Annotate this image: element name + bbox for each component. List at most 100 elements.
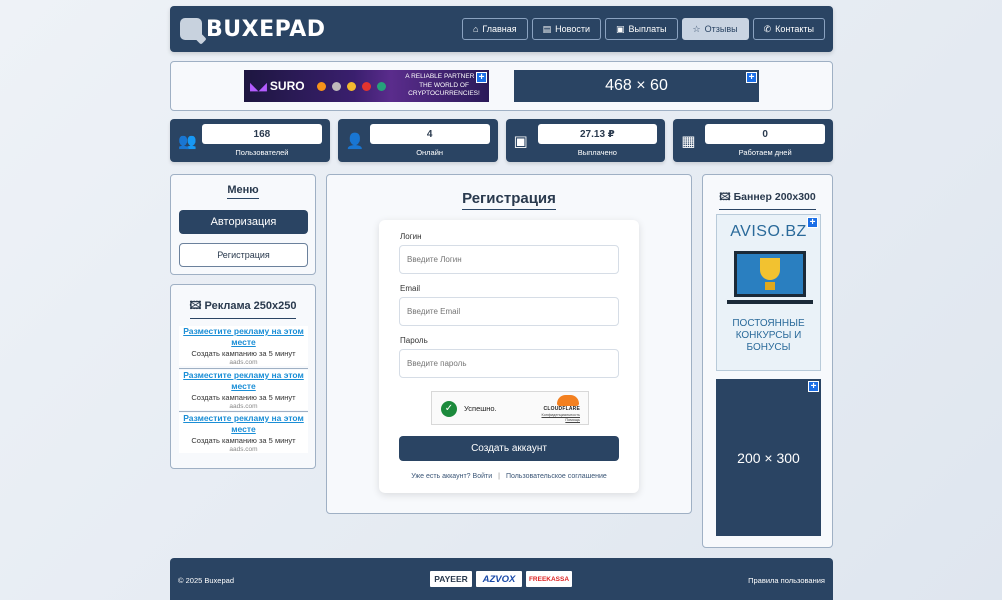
stat-days: ▦ 0 Работаем дней xyxy=(673,119,833,162)
register-button[interactable]: Регистрация xyxy=(179,243,308,267)
stat-paid: ▣ 27.13 ₽ Выплачено xyxy=(505,119,666,162)
logo-text: BUXEPAD xyxy=(206,16,326,42)
payeer-logo[interactable]: PAYEER xyxy=(430,571,472,587)
trophy-base xyxy=(765,282,775,290)
trophy-icon xyxy=(760,258,780,280)
ad-domain: aads.com xyxy=(229,359,258,366)
laptop-base xyxy=(727,300,813,304)
crypto-coins xyxy=(316,81,386,91)
ad-desc: Создать кампанию за 5 минут xyxy=(191,393,296,402)
money-icon: ▣ xyxy=(513,133,528,150)
ad-link[interactable]: Разместите рекламу на этом месте xyxy=(179,326,308,347)
login-button[interactable]: Авторизация xyxy=(179,210,308,234)
banner-468-placeholder[interactable]: 468 × 60 + xyxy=(514,70,759,102)
password-input[interactable] xyxy=(399,349,619,378)
top-banner-row: ◣◢ SURO A RELIABLE PARTNER IN THE WORLD … xyxy=(170,61,833,111)
nav-news[interactable]: ▤ Новости xyxy=(531,18,602,40)
link-separator: | xyxy=(498,473,500,480)
laptop-icon xyxy=(734,251,806,297)
captcha-help-link[interactable]: Помощь xyxy=(541,418,580,423)
ad-item[interactable]: Разместите рекламу на этом месте Создать… xyxy=(179,370,308,410)
plus-icon[interactable]: + xyxy=(807,217,818,228)
cloudflare-captcha[interactable]: ✓ Успешно. CLOUDFLARE Конфиденциальность… xyxy=(431,391,589,425)
side-banner-title: 🖾 Баннер 200x300 xyxy=(703,189,832,210)
rules-link[interactable]: Правила пользования xyxy=(748,576,825,585)
ad-item[interactable]: Разместите рекламу на этом месте Создать… xyxy=(179,326,308,366)
side-banner-panel: 🖾 Баннер 200x300 AVISO.BZ ПОСТОЯННЫЕ КОН… xyxy=(702,174,833,548)
check-icon: ✓ xyxy=(441,401,457,417)
aviso-banner[interactable]: AVISO.BZ ПОСТОЯННЫЕ КОНКУРСЫ И БОНУСЫ + xyxy=(716,214,821,371)
ad-divider xyxy=(179,411,308,412)
site-header: BUXEPAD ⌂ Главная ▤ Новости ▣ Выплаты ☆ … xyxy=(170,6,833,52)
form-links: Уже есть аккаунт? Войти | Пользовательское… xyxy=(379,473,639,480)
create-account-button[interactable]: Создать аккаунт xyxy=(399,436,619,461)
nav-news-label: Новости xyxy=(555,24,591,34)
nav-reviews-label: Отзывы xyxy=(704,24,738,34)
banner-200-placeholder[interactable]: 200 × 300 + xyxy=(716,379,821,536)
nav-contacts-label: Контакты xyxy=(775,24,814,34)
ad-desc: Создать кампанию за 5 минут xyxy=(191,436,296,445)
suro-banner[interactable]: ◣◢ SURO A RELIABLE PARTNER IN THE WORLD … xyxy=(244,70,489,102)
nav-contacts[interactable]: ✆ Контакты xyxy=(752,18,825,40)
users-icon: 👥 xyxy=(178,133,197,150)
payment-logos: PAYEER AZVOX FREEKASSA xyxy=(430,571,572,587)
ad-domain: aads.com xyxy=(229,403,258,410)
side-banner-title-text: Баннер 200x300 xyxy=(733,191,816,203)
stat-label: Выплачено xyxy=(577,148,617,157)
user-check-icon: 👤 xyxy=(345,133,365,150)
password-label: Пароль xyxy=(400,336,428,345)
page-title-text: Регистрация xyxy=(462,190,556,210)
aviso-tagline: ПОСТОЯННЫЕ КОНКУРСЫ И БОНУСЫ xyxy=(732,318,805,353)
logo-icon xyxy=(180,18,202,40)
ad-divider xyxy=(179,368,308,369)
captcha-status: Успешно. xyxy=(464,404,497,413)
site-logo[interactable]: BUXEPAD xyxy=(180,17,326,42)
nav-home[interactable]: ⌂ Главная xyxy=(461,18,528,40)
coin-icon xyxy=(346,81,356,91)
menu-panel: Меню Авторизация Регистрация xyxy=(170,174,316,275)
have-account-link[interactable]: Уже есть аккаунт? Войти xyxy=(411,473,492,480)
nav-payouts[interactable]: ▣ Выплаты xyxy=(605,18,678,40)
azvox-logo[interactable]: AZVOX xyxy=(476,571,522,587)
coin-icon xyxy=(376,81,386,91)
login-input[interactable] xyxy=(399,245,619,274)
ad-desc: Создать кампанию за 5 минут xyxy=(191,349,296,358)
coin-icon xyxy=(361,81,371,91)
suro-tagline: A RELIABLE PARTNER IN THE WORLD OF CRYPT… xyxy=(405,73,483,97)
stat-online: 👤 4 Онлайн xyxy=(337,119,498,162)
ads-panel: 🖾 Реклама 250x250 Разместите рекламу на … xyxy=(170,284,316,469)
ads-title-text: Реклама 250x250 xyxy=(204,300,297,312)
money-icon: ▣ xyxy=(616,23,625,34)
main-nav: ⌂ Главная ▤ Новости ▣ Выплаты ☆ Отзывы ✆… xyxy=(461,18,825,40)
plus-icon[interactable]: + xyxy=(808,381,819,392)
nav-home-label: Главная xyxy=(482,24,517,34)
email-label: Email xyxy=(400,284,421,293)
plus-icon[interactable]: + xyxy=(746,72,757,83)
email-input[interactable] xyxy=(399,297,619,326)
page-title: Регистрация xyxy=(327,190,691,210)
menu-title-text: Меню xyxy=(227,184,259,199)
cloudflare-icon xyxy=(557,395,579,406)
newspaper-icon: ▤ xyxy=(542,23,552,34)
site-footer: © 2025 Buxepad PAYEER AZVOX FREEKASSA Пр… xyxy=(170,558,833,600)
suro-logo-icon: ◣◢ xyxy=(250,80,267,93)
ad-domain: aads.com xyxy=(229,446,258,453)
captcha-brand: CLOUDFLARE xyxy=(543,406,580,412)
agreement-link[interactable]: Пользовательское соглашение xyxy=(506,473,607,480)
captcha-links: Конфиденциальность Помощь xyxy=(541,413,580,423)
ad-link[interactable]: Разместите рекламу на этом месте xyxy=(179,370,308,391)
image-icon: 🖾 xyxy=(719,191,734,203)
star-icon: ☆ xyxy=(692,23,701,34)
ads-title: 🖾 Реклама 250x250 xyxy=(171,297,315,319)
ad-link[interactable]: Разместите рекламу на этом месте xyxy=(179,413,308,434)
freekassa-logo[interactable]: FREEKASSA xyxy=(526,571,572,587)
nav-reviews[interactable]: ☆ Отзывы xyxy=(681,18,749,40)
coin-icon xyxy=(331,81,341,91)
suro-logo: ◣◢ SURO xyxy=(250,79,305,93)
registration-form: Логин Email Пароль ✓ Успешно. CLOUDFLARE… xyxy=(379,220,639,493)
banner-468-label: 468 × 60 xyxy=(605,77,668,94)
plus-icon[interactable]: + xyxy=(476,72,487,83)
menu-title: Меню xyxy=(171,184,315,199)
ad-item[interactable]: Разместите рекламу на этом месте Создать… xyxy=(179,413,308,453)
stat-value: 0 xyxy=(705,124,825,144)
